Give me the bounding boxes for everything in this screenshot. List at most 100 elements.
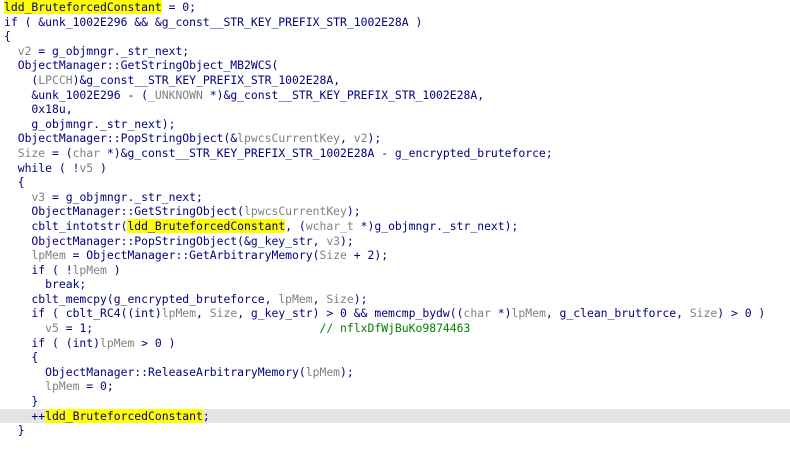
code-line[interactable]: lpMem = 0;	[0, 379, 790, 394]
code-line[interactable]: if ( (int)lpMem > 0 )	[0, 336, 790, 351]
code-token[interactable]: *)&g_const__STR_KEY_PREFIX_STR_1002E28A …	[100, 146, 553, 160]
code-token[interactable]: = ObjectManager::GetArbitraryMemory(	[66, 248, 320, 262]
code-token[interactable]: *)&g_const__STR_KEY_PREFIX_STR_1002E28A,	[203, 88, 484, 102]
code-line[interactable]: (LPCCH)&g_const__STR_KEY_PREFIX_STR_1002…	[0, 73, 790, 88]
code-token[interactable]: 0x18u,	[4, 102, 72, 116]
code-variable[interactable]: lpMem	[512, 306, 546, 320]
code-variable[interactable]: lpMem	[31, 248, 65, 262]
code-token[interactable]	[4, 248, 31, 262]
code-variable[interactable]: lpMem	[306, 365, 340, 379]
code-token[interactable]: = 1;	[59, 321, 93, 335]
code-line[interactable]: &unk_1002E296 - (_UNKNOWN *)&g_const__ST…	[0, 88, 790, 103]
code-token[interactable]: ObjectManager::ReleaseArbitraryMemory(	[4, 365, 306, 379]
code-variable[interactable]: wchar_t	[306, 219, 354, 233]
code-variable[interactable]: v2	[18, 44, 32, 58]
code-token[interactable]: );	[354, 292, 368, 306]
code-variable[interactable]: lpMem	[45, 379, 79, 393]
code-token[interactable]: &unk_1002E296 - (	[4, 88, 148, 102]
code-line[interactable]: cblt_memcpy(g_encrypted_bruteforce, lpMe…	[0, 292, 790, 307]
code-variable[interactable]: Size	[326, 292, 353, 306]
code-token[interactable]: ,	[313, 292, 327, 306]
code-token[interactable]: = g_objmngr._str_next;	[31, 44, 189, 58]
code-token[interactable]	[4, 190, 31, 204]
code-token[interactable]: if ( &unk_1002E296 && &g_const__STR_KEY_…	[4, 15, 422, 29]
code-line[interactable]: ObjectManager::PopStringObject(&g_key_st…	[0, 234, 790, 249]
code-token[interactable]: ++	[4, 409, 45, 423]
code-token[interactable]: {	[4, 29, 11, 43]
code-token[interactable]: (	[4, 73, 38, 87]
code-comment[interactable]: // nflxDfWjBuKo9874463	[319, 321, 470, 335]
code-token[interactable]	[4, 146, 18, 160]
code-token[interactable]: = g_objmngr._str_next;	[45, 190, 203, 204]
code-token[interactable]	[4, 379, 45, 393]
code-token[interactable]: }	[4, 423, 25, 437]
code-line[interactable]: {	[0, 29, 790, 44]
highlighted-identifier[interactable]: ldd_BruteforcedConstant	[127, 218, 286, 233]
code-variable[interactable]: char	[464, 306, 491, 320]
code-variable[interactable]: lpMem	[278, 292, 312, 306]
code-line[interactable]: v3 = g_objmngr._str_next;	[0, 190, 790, 205]
code-token[interactable]: ObjectManager::GetStringObject_MB2WCS(	[4, 58, 279, 72]
code-token[interactable]: ObjectManager::GetStringObject(	[4, 204, 244, 218]
code-line[interactable]: 0x18u,	[0, 102, 790, 117]
code-variable[interactable]: v5	[79, 161, 93, 175]
code-token[interactable]: )	[93, 161, 107, 175]
code-line[interactable]: }	[0, 394, 790, 409]
code-line[interactable]: ldd_BruteforcedConstant = 0;	[0, 0, 790, 15]
code-line[interactable]: }	[0, 423, 790, 438]
highlighted-identifier[interactable]: ldd_BruteforcedConstant	[4, 0, 162, 14]
code-line[interactable]: ObjectManager::ReleaseArbitraryMemory(lp…	[0, 365, 790, 380]
code-variable[interactable]: v2	[354, 131, 368, 145]
code-line[interactable]: lpMem = ObjectManager::GetArbitraryMemor…	[0, 248, 790, 263]
code-line[interactable]: break;	[0, 277, 790, 292]
code-variable[interactable]: Size	[319, 248, 346, 262]
code-line[interactable]: v5 = 1; // nflxDfWjBuKo9874463	[0, 321, 790, 336]
code-token[interactable]: ;	[203, 409, 210, 423]
code-token[interactable]: }	[4, 394, 38, 408]
code-token[interactable]	[4, 44, 18, 58]
pseudocode-view[interactable]: ldd_BruteforcedConstant = 0; if ( &unk_10…	[0, 0, 790, 457]
code-line[interactable]: g_objmngr._str_next);	[0, 117, 790, 132]
code-token[interactable]: ,	[196, 306, 210, 320]
code-token[interactable]: *)g_objmngr._str_next);	[354, 219, 519, 233]
code-token[interactable]: = 0;	[162, 0, 196, 14]
code-token[interactable]: , (	[285, 219, 306, 233]
code-variable[interactable]: lpwcsCurrentKey	[244, 204, 347, 218]
code-token[interactable]: );	[347, 204, 361, 218]
code-token[interactable]: if ( cblt_RC4((int)	[4, 306, 161, 320]
code-line[interactable]: if ( &unk_1002E296 && &g_const__STR_KEY_…	[0, 15, 790, 30]
code-variable[interactable]: v3	[31, 190, 45, 204]
code-variable[interactable]: v3	[326, 234, 340, 248]
code-token[interactable]: g_objmngr._str_next);	[4, 117, 175, 131]
code-token[interactable]: {	[4, 175, 25, 189]
code-variable[interactable]: v5	[45, 321, 59, 335]
code-variable[interactable]: lpMem	[162, 306, 196, 320]
code-token[interactable]: );	[367, 131, 381, 145]
code-token[interactable]: )&g_const__STR_KEY_PREFIX_STR_1002E28A,	[73, 73, 340, 87]
code-line[interactable]: ObjectManager::GetStringObject_MB2WCS(	[0, 58, 790, 73]
code-line[interactable]: {	[0, 350, 790, 365]
code-token[interactable]: , g_key_str) > 0 && memcmp_bydw((	[237, 306, 463, 320]
code-variable[interactable]: lpwcsCurrentKey	[237, 131, 340, 145]
code-line[interactable]: if ( !lpMem )	[0, 263, 790, 278]
code-token[interactable]: *)	[491, 306, 512, 320]
code-variable[interactable]: lpMem	[100, 336, 134, 350]
code-variable[interactable]: Size	[210, 306, 237, 320]
code-token[interactable]: = 0;	[79, 379, 113, 393]
code-variable[interactable]: LPCCH	[38, 73, 72, 87]
code-token[interactable]	[4, 321, 45, 335]
code-token[interactable]: cblt_intotstr(	[4, 219, 127, 233]
code-token[interactable]: );	[340, 234, 354, 248]
code-token[interactable]: if ( !	[4, 263, 72, 277]
code-token[interactable]: , g_clean_brutforce,	[546, 306, 690, 320]
code-line[interactable]: ObjectManager::PopStringObject(&lpwcsCur…	[0, 131, 790, 146]
highlighted-identifier[interactable]: ldd_BruteforcedConstant	[45, 408, 203, 423]
code-token[interactable]: if ( (int)	[4, 336, 100, 350]
code-variable[interactable]: Size	[18, 146, 45, 160]
code-token[interactable]	[93, 321, 319, 335]
code-line[interactable]: if ( cblt_RC4((int)lpMem, Size, g_key_st…	[0, 306, 790, 321]
code-token[interactable]: ObjectManager::PopStringObject(&g_key_st…	[4, 234, 326, 248]
code-token[interactable]: while ( !	[4, 161, 80, 175]
code-token[interactable]: ) > 0 )	[717, 306, 765, 320]
code-line[interactable]: while ( !v5 )	[0, 161, 790, 176]
